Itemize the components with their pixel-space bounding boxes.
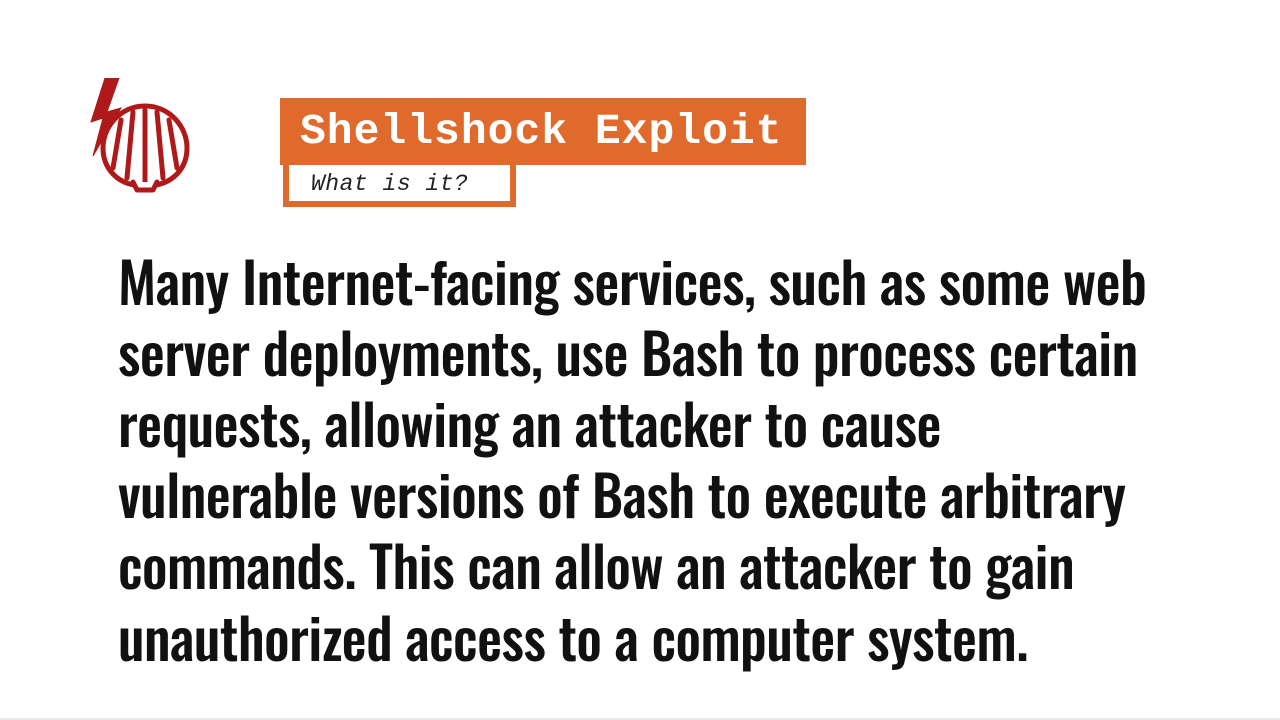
title-block: Shellshock Exploit What is it?: [280, 98, 806, 207]
slide-title: Shellshock Exploit: [280, 98, 806, 165]
slide-header: [85, 78, 205, 193]
shellshock-logo-icon: [85, 78, 205, 193]
slide: Shellshock Exploit What is it? Many Inte…: [0, 0, 1280, 720]
slide-body-paragraph: Many Internet-facing services, such as s…: [118, 245, 1168, 672]
slide-subtitle: What is it?: [283, 165, 516, 207]
